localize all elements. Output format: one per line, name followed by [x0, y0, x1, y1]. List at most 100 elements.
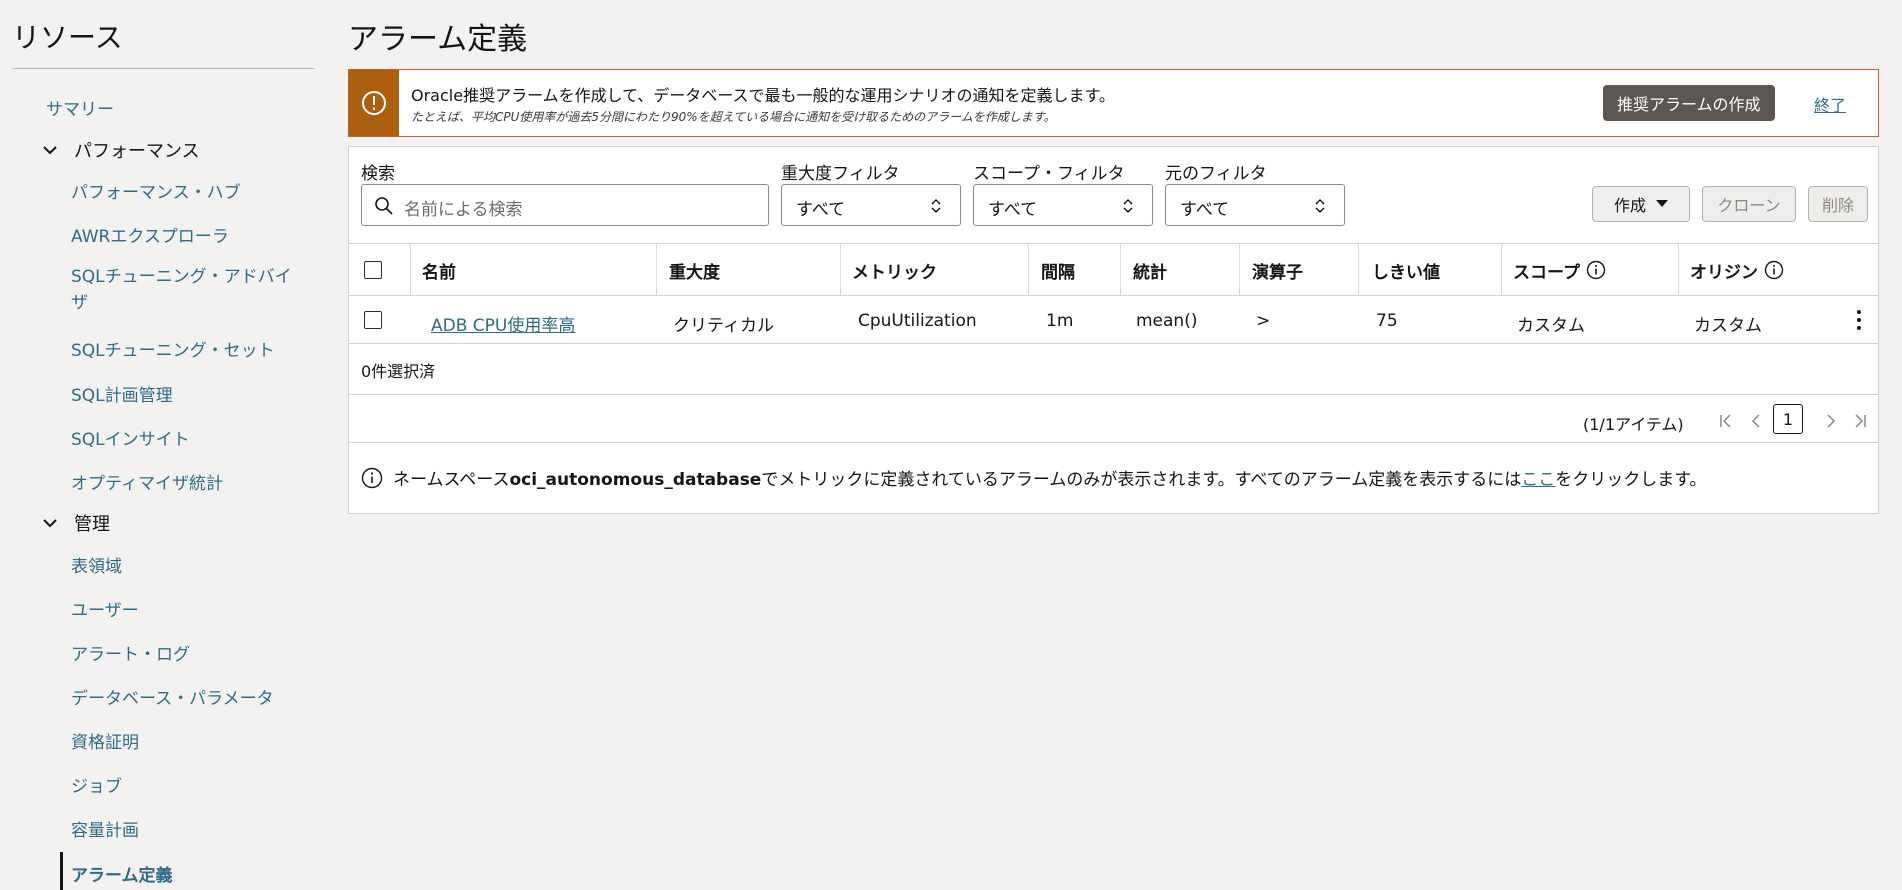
- namespace-name: oci_autonomous_database: [509, 470, 762, 490]
- pager-summary: (1/1アイテム): [1583, 415, 1684, 434]
- row-actions-kebab-icon[interactable]: [1856, 308, 1862, 332]
- row-checkbox[interactable]: [364, 311, 382, 329]
- recommendation-banner: Oracle推奨アラームを作成して、データベースで最も一般的な運用シナリオの通知…: [348, 69, 1879, 137]
- cell-metric: CpuUtilization: [858, 311, 977, 331]
- sidebar-title: リソース: [12, 21, 123, 54]
- previous-page-icon[interactable]: [1746, 409, 1766, 433]
- resource-sidebar: リソース サマリー パフォーマンス パフォーマンス・ハブ AWRエクスプローラ …: [12, 0, 314, 890]
- sidebar-group-label: 管理: [74, 514, 110, 535]
- scope-filter-label: スコープ・フィルタ: [973, 164, 1125, 184]
- alarm-name-link[interactable]: ADB CPU使用率高: [431, 311, 575, 336]
- sidebar-item-sql-tuning-set[interactable]: SQLチューニング・セット: [71, 336, 275, 361]
- sidebar-item-sql-tuning-advisor[interactable]: SQLチューニング・アドバイザ: [71, 264, 301, 316]
- sidebar-group-admin[interactable]: 管理: [40, 510, 110, 536]
- divider: [349, 394, 1878, 395]
- severity-filter-value: すべて: [796, 200, 846, 220]
- page-title: アラーム定義: [348, 22, 528, 57]
- info-icon[interactable]: [1764, 260, 1784, 280]
- sidebar-item-credentials[interactable]: 資格証明: [71, 728, 139, 753]
- next-page-icon[interactable]: [1821, 409, 1841, 433]
- origin-filter-select[interactable]: すべて: [1165, 184, 1345, 226]
- divider: [349, 442, 1878, 443]
- scope-filter-value: すべて: [988, 200, 1038, 220]
- search-placeholder: 名前による検索: [404, 200, 523, 220]
- cell-origin: カスタム: [1694, 316, 1762, 336]
- column-header-threshold[interactable]: しきい値: [1372, 244, 1440, 296]
- sidebar-item-awr-explorer[interactable]: AWRエクスプローラ: [71, 222, 229, 247]
- column-header-scope[interactable]: スコープ: [1513, 244, 1606, 296]
- sidebar-item-capacity-planning[interactable]: 容量計画: [71, 816, 139, 841]
- create-recommended-alarms-button[interactable]: 推奨アラームの作成: [1603, 85, 1775, 121]
- info-icon[interactable]: [1586, 260, 1606, 280]
- cell-statistic: mean(): [1136, 311, 1198, 331]
- banner-icon-box: [349, 70, 399, 136]
- info-icon: [361, 467, 383, 488]
- sidebar-item-users[interactable]: ユーザー: [71, 596, 139, 621]
- info-text: ネームスペースoci_autonomous_databaseでメトリックに定義さ…: [393, 465, 1707, 490]
- sidebar-group-performance[interactable]: パフォーマンス: [40, 137, 200, 163]
- info-prefix: ネームスペース: [393, 470, 510, 490]
- cell-threshold: 75: [1376, 311, 1398, 331]
- last-page-icon[interactable]: [1850, 409, 1870, 433]
- current-page[interactable]: 1: [1773, 404, 1803, 434]
- updown-chevron-icon: [1315, 198, 1325, 214]
- column-header-metric[interactable]: メトリック: [852, 244, 937, 296]
- column-header-name[interactable]: 名前: [422, 244, 456, 296]
- warning-icon: [362, 91, 386, 115]
- sidebar-item-alert-log[interactable]: アラート・ログ: [71, 640, 190, 665]
- select-all-checkbox[interactable]: [364, 261, 382, 279]
- chevron-down-icon: [43, 146, 57, 155]
- search-input[interactable]: 名前による検索: [361, 184, 769, 226]
- column-header-origin[interactable]: オリジン: [1690, 244, 1784, 296]
- sidebar-item-db-parameters[interactable]: データベース・パラメータ: [71, 684, 274, 709]
- origin-filter-label: 元のフィルタ: [1165, 164, 1267, 184]
- scope-filter-select[interactable]: すべて: [973, 184, 1153, 226]
- alarm-definitions-panel: 検索 名前による検索 重大度フィルタ すべて スコープ・フィルタ すべて 元のフ…: [348, 146, 1879, 514]
- sidebar-item-summary[interactable]: サマリー: [46, 95, 114, 120]
- active-indicator: [60, 852, 63, 890]
- create-button-label: 作成: [1613, 196, 1646, 215]
- clone-button[interactable]: クローン: [1702, 186, 1796, 222]
- info-middle: でメトリックに定義されているアラームのみが表示されます。すべてのアラーム定義を表…: [761, 470, 1522, 490]
- namespace-info: ネームスペースoci_autonomous_databaseでメトリックに定義さ…: [361, 465, 1707, 490]
- table-header: 名前 重大度 メトリック 間隔 統計 演算子 しきい値 スコープ オリジン: [349, 244, 1878, 296]
- cell-severity: クリティカル: [673, 316, 774, 336]
- dismiss-link[interactable]: 終了: [1814, 92, 1846, 116]
- severity-filter-select[interactable]: すべて: [781, 184, 961, 226]
- column-header-severity[interactable]: 重大度: [669, 244, 720, 296]
- origin-filter-value: すべて: [1180, 200, 1230, 220]
- scope-header-label: スコープ: [1513, 262, 1580, 283]
- sidebar-item-sql-insight[interactable]: SQLインサイト: [71, 425, 190, 450]
- updown-chevron-icon: [931, 198, 941, 214]
- origin-header-label: オリジン: [1690, 262, 1758, 283]
- column-header-operator[interactable]: 演算子: [1252, 244, 1303, 296]
- sidebar-item-performance-hub[interactable]: パフォーマンス・ハブ: [71, 178, 241, 203]
- first-page-icon[interactable]: [1716, 409, 1736, 433]
- severity-filter-label: 重大度フィルタ: [781, 164, 900, 184]
- caret-down-icon: [1656, 200, 1668, 207]
- sidebar-group-label: パフォーマンス: [74, 141, 200, 162]
- table-row[interactable]: ADB CPU使用率高 クリティカル CpuUtilization 1m mea…: [349, 297, 1878, 344]
- sidebar-item-sql-plan-management[interactable]: SQL計画管理: [71, 381, 173, 406]
- delete-button[interactable]: 削除: [1808, 186, 1868, 222]
- chevron-down-icon: [43, 519, 57, 528]
- sidebar-divider: [12, 68, 314, 69]
- sidebar-item-alarm-definitions[interactable]: アラーム定義: [71, 861, 173, 886]
- search-label: 検索: [361, 164, 395, 184]
- cell-operator: >: [1256, 311, 1271, 331]
- cell-scope: カスタム: [1517, 316, 1585, 336]
- sidebar-item-tablespaces[interactable]: 表領域: [71, 552, 122, 577]
- sidebar-item-optimizer-stats[interactable]: オプティマイザ統計: [71, 469, 223, 494]
- column-header-statistic[interactable]: 統計: [1133, 244, 1167, 296]
- cell-interval: 1m: [1046, 311, 1074, 331]
- info-suffix: をクリックします。: [1555, 470, 1707, 490]
- selection-count: 0件選択済: [361, 362, 436, 381]
- create-menu-button[interactable]: 作成: [1592, 186, 1690, 222]
- sidebar-item-jobs[interactable]: ジョブ: [71, 772, 122, 797]
- show-all-alarms-link[interactable]: ここ: [1521, 470, 1555, 490]
- search-icon: [375, 197, 393, 215]
- banner-message: Oracle推奨アラームを作成して、データベースで最も一般的な運用シナリオの通知…: [411, 86, 1115, 105]
- column-header-interval[interactable]: 間隔: [1041, 244, 1075, 296]
- banner-subtext: たとえば、平均CPU使用率が過去5分間にわたり90%を超えている場合に通知を受け…: [411, 110, 1056, 124]
- updown-chevron-icon: [1123, 198, 1133, 214]
